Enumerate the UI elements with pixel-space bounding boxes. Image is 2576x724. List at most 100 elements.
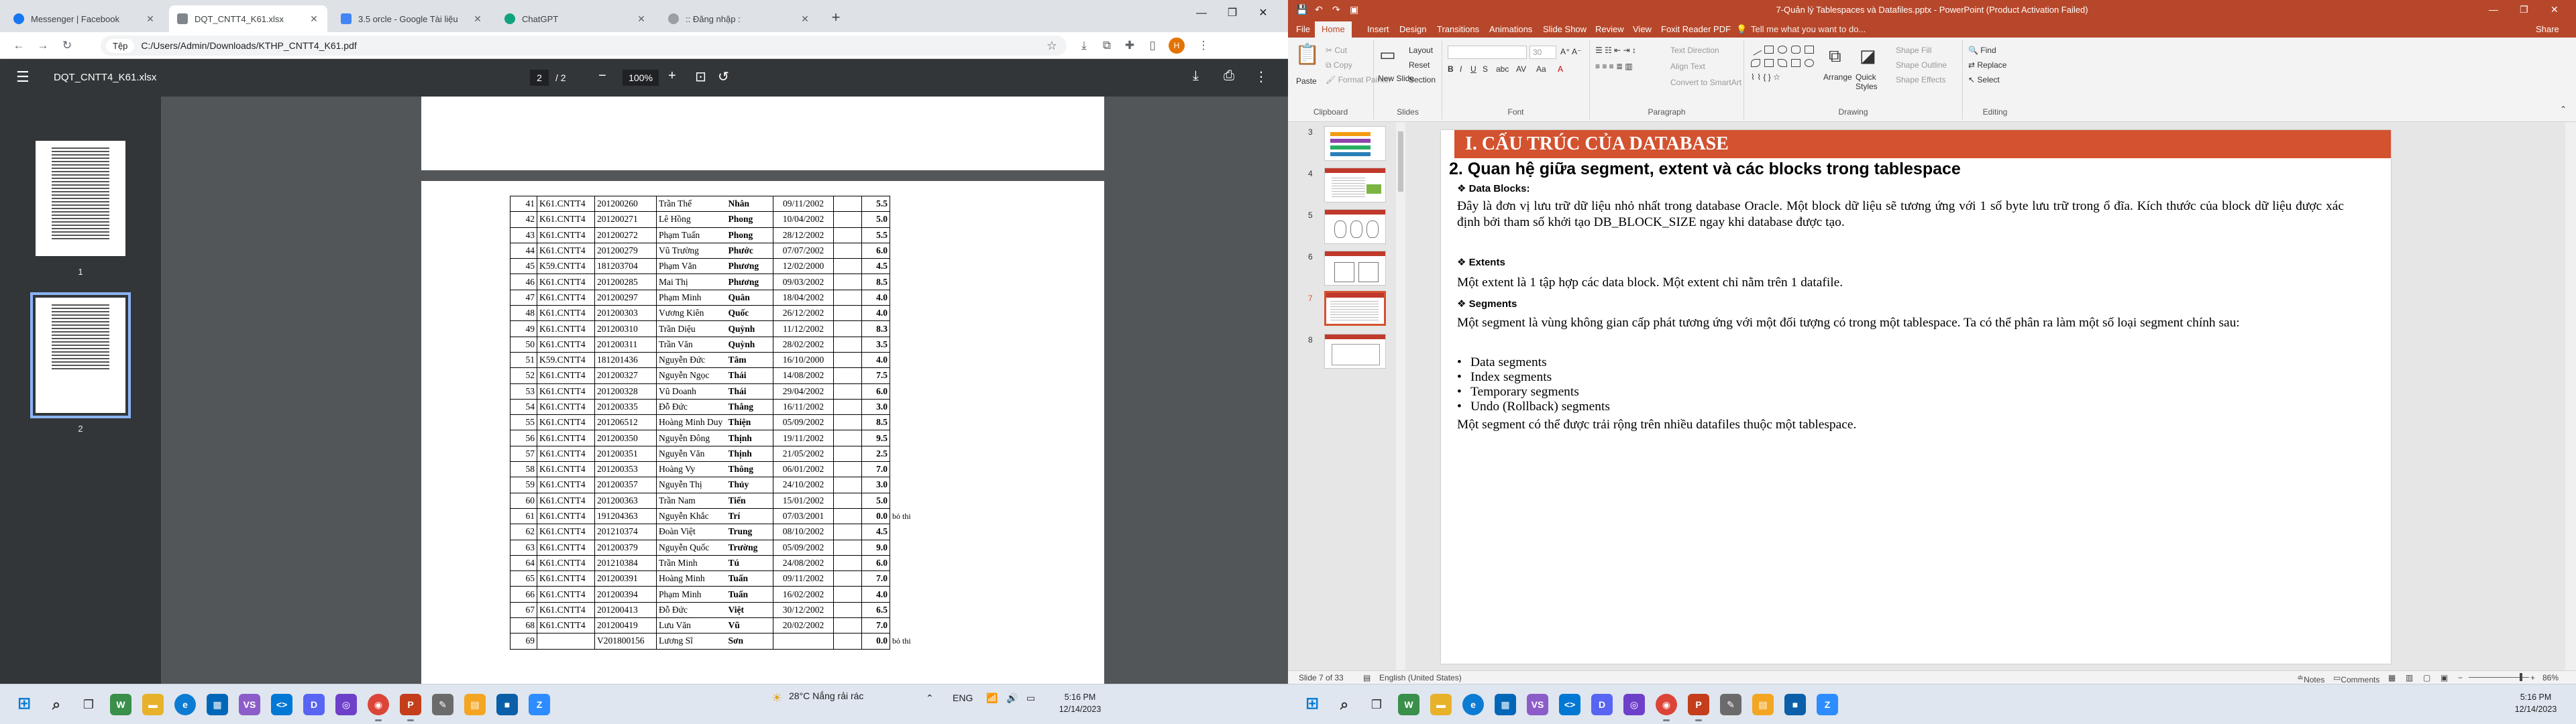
- extensions-icon[interactable]: ⧉: [1097, 36, 1116, 55]
- arrange-icon[interactable]: ⧉: [1829, 46, 1841, 67]
- zoom-input[interactable]: 100%: [623, 70, 659, 86]
- zoom-out-icon[interactable]: −: [598, 68, 606, 84]
- zoom-in-icon[interactable]: +: [2530, 673, 2535, 682]
- scroll-thumb[interactable]: [1398, 131, 1403, 192]
- weather-text[interactable]: 28°C Nắng rải rác: [789, 690, 863, 702]
- tab-design[interactable]: Design: [1399, 24, 1426, 34]
- slide-thumbnail[interactable]: [1324, 126, 1386, 161]
- font-size-input[interactable]: 30: [1529, 46, 1556, 59]
- reset-button[interactable]: Reset: [1409, 60, 1430, 70]
- tab-animations[interactable]: Animations: [1489, 24, 1532, 34]
- tab-review[interactable]: Review: [1595, 24, 1624, 34]
- slide-thumbnail[interactable]: [1324, 209, 1386, 244]
- spacing-button[interactable]: AV: [1516, 64, 1526, 74]
- tab-home[interactable]: Home: [1315, 21, 1352, 38]
- tab-dqt-xlsx[interactable]: DQT_CNTT4_K61.xlsx ✕: [169, 5, 327, 32]
- tab-google-docs[interactable]: 3.5 orcle - Google Tài liệu ✕: [333, 5, 491, 32]
- rectangle-shape-icon[interactable]: [1764, 46, 1774, 54]
- tab-foxit[interactable]: Foxit Reader PDF: [1661, 24, 1731, 34]
- slideshow-view-icon[interactable]: ▣: [2440, 673, 2448, 682]
- wifi-icon[interactable]: 📶: [986, 692, 998, 704]
- notes-button[interactable]: ≐ Notes: [2297, 673, 2324, 684]
- app-icon[interactable]: ■: [1784, 694, 1806, 715]
- rounded-rect-shape-icon[interactable]: [1791, 46, 1801, 54]
- tab-transitions[interactable]: Transitions: [1437, 24, 1479, 34]
- arrow-shape-icon[interactable]: [1751, 59, 1760, 67]
- visual-studio-icon[interactable]: VS: [239, 694, 260, 715]
- edge-icon[interactable]: e: [174, 694, 196, 715]
- tab-file[interactable]: File: [1296, 24, 1310, 34]
- paste-button[interactable]: Paste: [1296, 76, 1317, 86]
- app-icon[interactable]: ■: [496, 694, 518, 715]
- hamburger-menu-icon[interactable]: ☰: [16, 68, 30, 86]
- menu-dots-icon[interactable]: ⋮: [1194, 36, 1213, 55]
- url-text[interactable]: C:/Users/Admin/Downloads/KTHP_CNTT4_K61.…: [141, 40, 356, 51]
- tab-view[interactable]: View: [1633, 24, 1652, 34]
- quick-styles-icon[interactable]: ◪: [1860, 46, 1876, 66]
- visual-studio-icon[interactable]: VS: [1527, 694, 1548, 715]
- tray-chevron-icon[interactable]: ⌃: [926, 692, 934, 704]
- weather-icon[interactable]: ☀: [771, 691, 782, 705]
- cut-button[interactable]: ✂ Cut: [1326, 46, 1347, 55]
- widgets-icon[interactable]: W: [1398, 694, 1419, 715]
- new-slide-icon[interactable]: ▭: [1379, 44, 1396, 65]
- print-icon[interactable]: ⎙: [1224, 68, 1234, 84]
- bookmark-star-icon[interactable]: ☆: [1046, 39, 1057, 53]
- font-name-input[interactable]: [1448, 46, 1527, 59]
- page-thumbnail-selected[interactable]: [30, 292, 131, 418]
- quick-styles-button[interactable]: Quick Styles: [1856, 72, 1889, 91]
- lang-indicator[interactable]: ENG: [953, 692, 973, 703]
- file-chip[interactable]: Tệp: [106, 38, 135, 53]
- forward-icon[interactable]: →: [34, 36, 52, 55]
- github-icon[interactable]: ◎: [1623, 694, 1645, 715]
- tab-chatgpt[interactable]: ChatGPT ✕: [496, 5, 655, 32]
- reload-icon[interactable]: ↻: [58, 36, 76, 55]
- textbox-shape-icon[interactable]: [1805, 46, 1814, 54]
- store-icon[interactable]: ▦: [1495, 694, 1516, 715]
- discord-icon[interactable]: D: [303, 694, 325, 715]
- share-button[interactable]: Share: [2536, 24, 2559, 34]
- language-status[interactable]: English (United States): [1379, 673, 1462, 682]
- slide-scrollbar[interactable]: [2565, 122, 2576, 670]
- minimize-icon[interactable]: —: [1186, 0, 1217, 27]
- slide-thumbnail[interactable]: [1324, 334, 1386, 369]
- close-icon[interactable]: ✕: [472, 13, 483, 25]
- vscode-icon[interactable]: <>: [271, 694, 292, 715]
- tell-me-box[interactable]: Tell me what you want to do...: [1751, 24, 1866, 34]
- close-window-icon[interactable]: ✕: [1248, 0, 1279, 27]
- profile-avatar[interactable]: H: [1169, 38, 1185, 54]
- rotate-icon[interactable]: ↺: [718, 68, 729, 85]
- search-icon[interactable]: ⌕: [1334, 694, 1355, 715]
- slide-thumbnail[interactable]: [1324, 168, 1386, 202]
- file-explorer-icon[interactable]: ▬: [1430, 694, 1452, 715]
- copy-button[interactable]: ⧉ Copy: [1326, 60, 1352, 70]
- reading-view-icon[interactable]: ▢: [2423, 673, 2430, 682]
- zoom-app-icon[interactable]: Z: [1817, 694, 1838, 715]
- replace-button[interactable]: ⇄ Replace: [1968, 60, 2006, 70]
- select-button[interactable]: ↖ Select: [1968, 75, 2000, 84]
- more-icon[interactable]: ⋮: [1254, 68, 1268, 85]
- zoom-level[interactable]: 86%: [2542, 673, 2559, 682]
- volume-icon[interactable]: 🔊: [1006, 692, 1018, 704]
- slide-thumbnail-selected[interactable]: [1324, 291, 1386, 326]
- clock[interactable]: 5:16 PM 12/14/2023: [2509, 691, 2563, 715]
- task-view-icon[interactable]: ❐: [78, 694, 99, 715]
- circle-shape-icon[interactable]: [1805, 59, 1814, 67]
- maximize-icon[interactable]: ❐: [2520, 4, 2528, 15]
- store-icon[interactable]: ▦: [207, 694, 228, 715]
- discord-icon[interactable]: D: [1591, 694, 1613, 715]
- collapse-ribbon-icon[interactable]: ⌃: [2560, 105, 2567, 114]
- text-direction-button[interactable]: Text Direction: [1670, 46, 1719, 55]
- align-text-button[interactable]: Align Text: [1670, 62, 1705, 71]
- shape-effects-button[interactable]: Shape Effects: [1896, 75, 1946, 84]
- notepad-icon[interactable]: ✎: [1720, 694, 1741, 715]
- tab-messenger[interactable]: Messenger | Facebook ✕: [5, 5, 164, 32]
- page-thumbnail[interactable]: [36, 141, 125, 256]
- download-icon[interactable]: ⤓: [1193, 68, 1199, 84]
- spellcheck-icon[interactable]: ▤: [1363, 673, 1371, 682]
- curve-shape-icon[interactable]: [1778, 59, 1787, 67]
- line-shape-icon[interactable]: [1749, 44, 1762, 56]
- shadow-button[interactable]: S: [1483, 64, 1488, 74]
- font-color-button[interactable]: A: [1558, 64, 1563, 74]
- close-icon[interactable]: ✕: [309, 13, 319, 25]
